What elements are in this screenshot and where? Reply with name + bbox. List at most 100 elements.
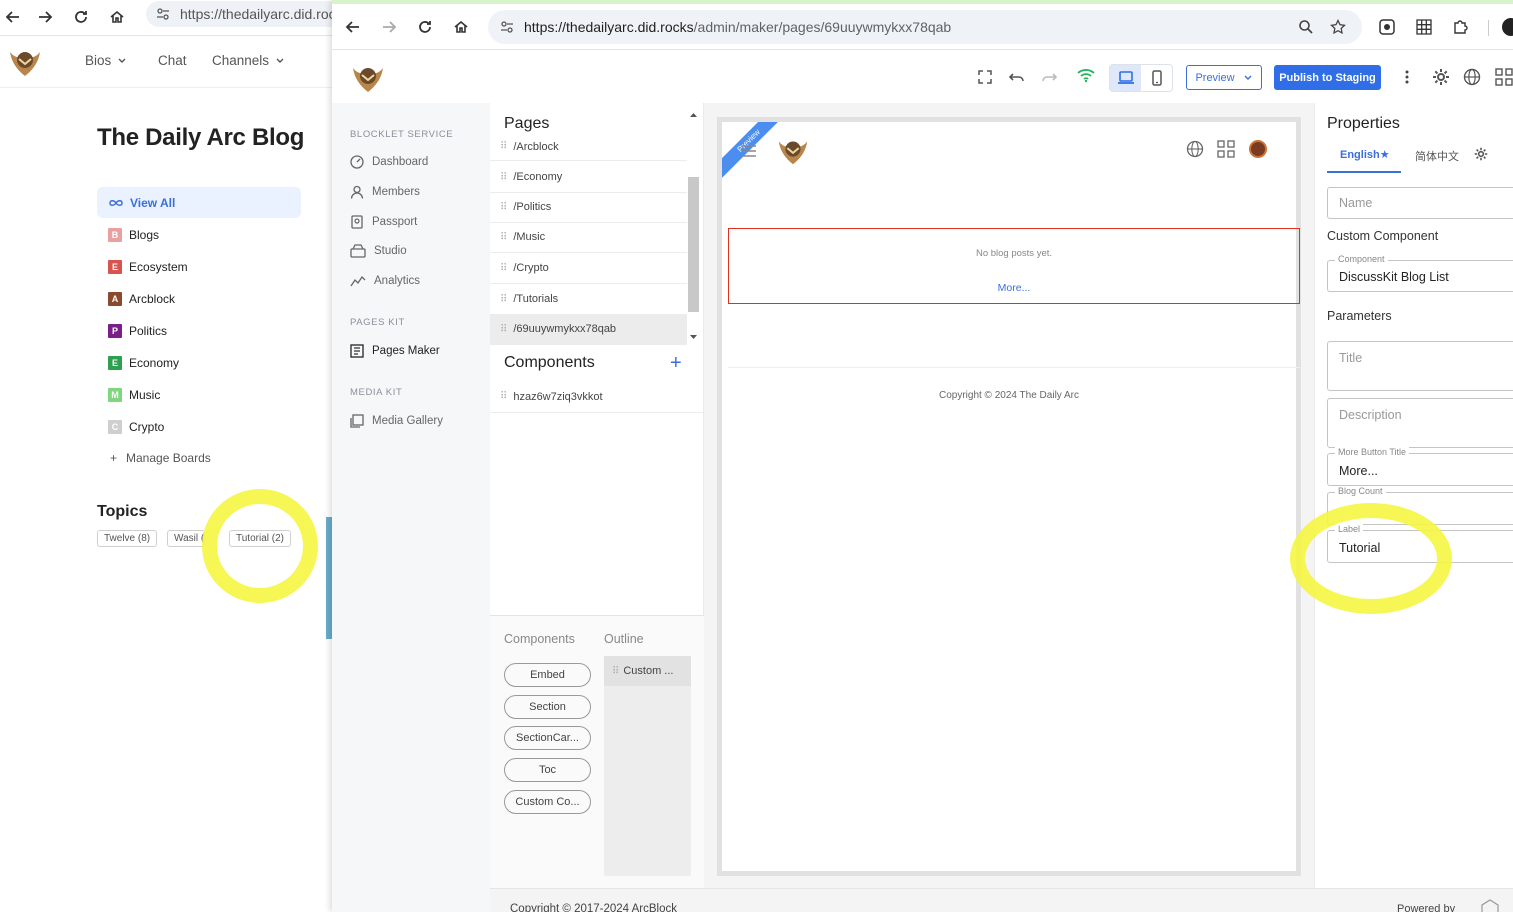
phone-icon[interactable] bbox=[1141, 65, 1172, 91]
drag-handle-icon[interactable]: ⠿ bbox=[500, 294, 507, 305]
globe-icon[interactable] bbox=[1186, 140, 1204, 158]
more-vert-icon[interactable] bbox=[1404, 69, 1410, 85]
manage-boards-link[interactable]: + Manage Boards bbox=[110, 451, 211, 465]
nav-bios[interactable]: Bios bbox=[85, 53, 127, 68]
highlight-circle bbox=[202, 489, 318, 603]
library-chip-section[interactable]: Section bbox=[504, 695, 591, 719]
forward-icon[interactable] bbox=[376, 14, 402, 40]
tab-outline[interactable]: Outline bbox=[604, 632, 644, 646]
preview-button[interactable]: Preview bbox=[1186, 65, 1262, 90]
sidebar-item-passport[interactable]: Passport bbox=[350, 212, 417, 232]
topic-chip[interactable]: Twelve (8) bbox=[97, 530, 158, 547]
board-item[interactable]: A Arcblock bbox=[108, 290, 175, 308]
nav-channels[interactable]: Channels bbox=[212, 53, 285, 68]
sidebar-item-members[interactable]: Members bbox=[350, 182, 420, 202]
page-row[interactable]: ⠿ /Music bbox=[490, 222, 687, 253]
site-logo-icon[interactable] bbox=[6, 42, 44, 80]
drag-handle-icon[interactable]: ⠿ bbox=[500, 391, 507, 402]
drag-handle-icon[interactable]: ⠿ bbox=[500, 141, 507, 152]
bookmark-star-icon[interactable] bbox=[1330, 19, 1346, 35]
app-logo-icon[interactable] bbox=[349, 58, 387, 96]
app-header: Preview Publish to Staging bbox=[332, 51, 1513, 103]
board-item[interactable]: E Economy bbox=[108, 354, 179, 372]
studio-icon bbox=[350, 244, 366, 258]
reload-icon[interactable] bbox=[68, 4, 94, 30]
back-icon[interactable] bbox=[340, 14, 366, 40]
zoom-icon[interactable] bbox=[1298, 19, 1314, 35]
page-row[interactable]: ⠿ /Arcblock bbox=[490, 133, 687, 161]
back-icon[interactable] bbox=[0, 4, 26, 30]
tab-components[interactable]: Components bbox=[504, 632, 575, 646]
drag-handle-icon[interactable]: ⠿ bbox=[612, 666, 619, 677]
site-settings-icon[interactable] bbox=[156, 7, 170, 21]
gear-icon[interactable] bbox=[1432, 68, 1450, 86]
fullscreen-icon[interactable] bbox=[977, 69, 993, 85]
site-logo-icon[interactable] bbox=[775, 132, 811, 168]
wifi-icon[interactable] bbox=[1076, 67, 1096, 83]
board-item[interactable]: B Blogs bbox=[108, 226, 159, 244]
browser-toolbar: https://thedailyarc.did.rocks/admin/make… bbox=[332, 4, 1513, 50]
component-select[interactable]: Component DiscussKit Blog List bbox=[1327, 254, 1513, 292]
description-input[interactable]: Description bbox=[1327, 398, 1513, 448]
reload-icon[interactable] bbox=[412, 14, 438, 40]
title-input[interactable]: Title bbox=[1327, 341, 1513, 391]
sidebar-item-pages-maker[interactable]: Pages Maker bbox=[350, 341, 440, 361]
drag-handle-icon[interactable]: ⠿ bbox=[500, 172, 507, 183]
undo-icon[interactable] bbox=[1008, 69, 1026, 85]
apps-grid-icon[interactable] bbox=[1217, 140, 1235, 158]
hamburger-menu-icon[interactable] bbox=[741, 145, 757, 157]
grid-extension-icon[interactable] bbox=[1416, 19, 1432, 35]
background-address-bar[interactable]: https://thedailyarc.did.rocks bbox=[146, 1, 332, 27]
drag-handle-icon[interactable]: ⠿ bbox=[500, 202, 507, 213]
outline-item[interactable]: ⠿ Custom ... bbox=[604, 656, 691, 686]
page-row[interactable]: ⠿ /Tutorials bbox=[490, 284, 687, 315]
pages-scrollbar[interactable] bbox=[687, 107, 700, 343]
page-row[interactable]: ⠿ /Crypto bbox=[490, 253, 687, 284]
topic-chip[interactable]: Wasil ( bbox=[167, 530, 205, 547]
apps-grid-icon[interactable] bbox=[1495, 68, 1513, 86]
home-icon[interactable] bbox=[448, 14, 474, 40]
name-input[interactable]: Name bbox=[1327, 187, 1513, 219]
extension-icon[interactable] bbox=[1379, 19, 1395, 35]
board-label: Ecosystem bbox=[129, 260, 188, 274]
library-chip-section-card[interactable]: SectionCar... bbox=[504, 726, 591, 750]
component-row[interactable]: ⠿ hzaz6w7ziq3vkkot bbox=[490, 381, 704, 413]
add-component-button[interactable]: + bbox=[670, 352, 682, 375]
sidebar-item-studio[interactable]: Studio bbox=[350, 241, 407, 261]
page-row[interactable]: ⠿ /69uuywmykxx78qab bbox=[490, 314, 687, 345]
more-button-title-input[interactable]: More Button Title More... bbox=[1327, 447, 1513, 486]
tab-chinese[interactable]: 简体中文 bbox=[1415, 148, 1459, 164]
laptop-icon[interactable] bbox=[1110, 65, 1141, 91]
puzzle-icon[interactable] bbox=[1452, 19, 1468, 35]
address-bar[interactable]: https://thedailyarc.did.rocks/admin/make… bbox=[488, 10, 1362, 44]
site-settings-icon[interactable] bbox=[500, 20, 514, 34]
drag-handle-icon[interactable]: ⠿ bbox=[500, 324, 507, 335]
nav-chat[interactable]: Chat bbox=[158, 53, 187, 68]
board-item[interactable]: M Music bbox=[108, 386, 160, 404]
board-item[interactable]: E Ecosystem bbox=[108, 258, 188, 276]
sidebar-item-media-gallery[interactable]: Media Gallery bbox=[350, 411, 443, 431]
sidebar-item-dashboard[interactable]: Dashboard bbox=[350, 152, 428, 172]
sidebar-item-analytics[interactable]: Analytics bbox=[350, 271, 420, 291]
profile-avatar[interactable] bbox=[1502, 18, 1513, 36]
drag-handle-icon[interactable]: ⠿ bbox=[500, 232, 507, 243]
view-all-link[interactable]: View All bbox=[97, 187, 301, 218]
library-chip-custom-component[interactable]: Custom Co... bbox=[504, 790, 591, 814]
page-row[interactable]: ⠿ /Economy bbox=[490, 162, 687, 193]
board-item[interactable]: C Crypto bbox=[108, 418, 164, 436]
library-chip-embed[interactable]: Embed bbox=[504, 663, 591, 687]
tab-english[interactable]: English★ bbox=[1340, 148, 1390, 161]
gear-icon[interactable] bbox=[1474, 147, 1488, 161]
home-icon[interactable] bbox=[104, 4, 130, 30]
redo-icon[interactable] bbox=[1040, 69, 1058, 85]
drag-handle-icon[interactable]: ⠿ bbox=[500, 263, 507, 274]
forward-icon[interactable] bbox=[32, 4, 58, 30]
board-item[interactable]: P Politics bbox=[108, 322, 167, 340]
globe-icon[interactable] bbox=[1463, 68, 1481, 86]
more-link[interactable]: More... bbox=[729, 282, 1299, 294]
blog-list-component[interactable]: No blog posts yet. More... bbox=[728, 228, 1300, 304]
page-row[interactable]: ⠿ /Politics bbox=[490, 192, 687, 223]
publish-to-staging-button[interactable]: Publish to Staging bbox=[1274, 65, 1381, 90]
user-avatar[interactable] bbox=[1249, 140, 1267, 158]
library-chip-toc[interactable]: Toc bbox=[504, 758, 591, 782]
